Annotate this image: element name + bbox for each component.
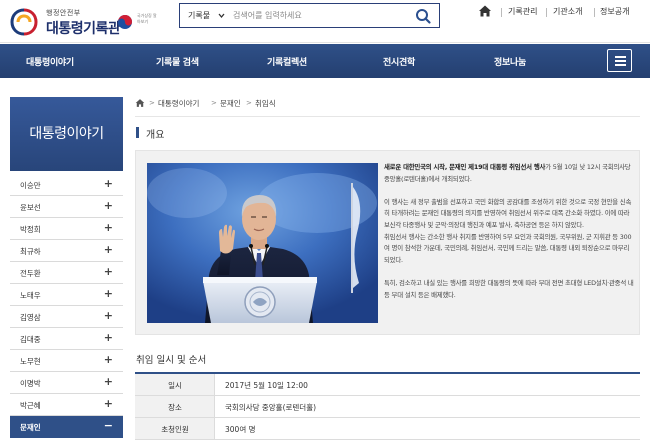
- home-icon[interactable]: [478, 4, 492, 18]
- chevron-right-icon: >: [246, 99, 252, 107]
- sidebar-title: 대통령이야기: [29, 126, 104, 142]
- menu-icon[interactable]: [607, 49, 632, 72]
- section-title-schedule: 취임 일시 및 순서: [136, 355, 207, 366]
- table-header-label: 일시: [168, 381, 182, 390]
- logo-emblem-icon: [10, 8, 38, 36]
- search-icon[interactable]: [410, 6, 436, 26]
- main-navigation: 대통령이야기 기록물 검색 기록컬렉션 전시견학 정보나눔: [0, 44, 650, 78]
- sidebar-item-label: 노태우: [20, 291, 41, 300]
- expand-icon[interactable]: +: [104, 199, 113, 212]
- sidebar-item[interactable]: 김영삼 +: [10, 306, 123, 328]
- gnb-item-exhibition[interactable]: 전시견학: [383, 55, 415, 68]
- sidebar-item[interactable]: 박근혜 +: [10, 394, 123, 416]
- search-bar: 기록물: [179, 3, 440, 28]
- home-icon[interactable]: [135, 98, 145, 108]
- gnb-item-info-sharing[interactable]: 정보나눔: [494, 55, 526, 68]
- gnb-item-record-collection[interactable]: 기록컬렉션: [267, 55, 307, 68]
- overview-paragraph: 특히, 검소하고 내실 있는 행사를 희망한 대통령의 뜻에 따라 무대 전면 …: [384, 278, 634, 299]
- sidebar-item[interactable]: 전두환 +: [10, 262, 123, 284]
- sidebar-item-label: 이명박: [20, 379, 41, 388]
- sidebar-item-label: 이승만: [20, 181, 41, 190]
- overview-box: 새로운 대한민국의 시작, 문재인 제19대 대통령 취임선서 행사가 5월 1…: [135, 150, 640, 335]
- sidebar-item[interactable]: 최규하 +: [10, 240, 123, 262]
- section-marker: [136, 127, 139, 138]
- breadcrumb-item-current: 취임식: [255, 99, 276, 108]
- expand-icon[interactable]: +: [104, 265, 113, 278]
- divider: [135, 116, 640, 117]
- util-link-records[interactable]: 기록관리: [508, 6, 537, 20]
- table-header-cell: 일시: [135, 374, 215, 395]
- expand-icon[interactable]: +: [104, 397, 113, 410]
- table-cell: 2017년 5월 10일 12:00: [225, 381, 308, 390]
- table-row: 장소 국회의사당 중앙홀(로텐더홀): [135, 396, 640, 418]
- sidebar-item[interactable]: 노무현 +: [10, 350, 123, 372]
- chevron-right-icon: >: [211, 99, 217, 107]
- expand-icon[interactable]: +: [104, 243, 113, 256]
- search-category-select[interactable]: 기록물: [188, 10, 210, 21]
- sidebar-item[interactable]: 박정희 +: [10, 218, 123, 240]
- overview-lead-bold: 새로운 대한민국의 시작, 문재인 제19대 대통령 취임선서 행사: [384, 163, 546, 171]
- chevron-right-icon: >: [149, 99, 155, 107]
- table-header-label: 초청인원: [161, 425, 189, 434]
- sidebar-item-label: 김대중: [20, 335, 41, 344]
- collapse-icon[interactable]: −: [104, 419, 113, 432]
- overview-description: 새로운 대한민국의 시작, 문재인 제19대 대통령 취임선서 행사가 5월 1…: [384, 162, 634, 301]
- sidebar-item[interactable]: 문재인 −: [10, 416, 123, 438]
- expand-icon[interactable]: +: [104, 221, 113, 234]
- expand-icon[interactable]: +: [104, 353, 113, 366]
- table-header-cell: 초청인원: [135, 418, 215, 439]
- sidebar-item[interactable]: 이명박 +: [10, 372, 123, 394]
- sidebar-item-label: 전두환: [20, 269, 41, 278]
- util-divider: [594, 8, 595, 17]
- emblem-caption[interactable]: 국가상징 알아보기: [137, 13, 159, 25]
- search-input[interactable]: [233, 7, 409, 24]
- expand-icon[interactable]: +: [104, 287, 113, 300]
- sidebar-item-label: 박정희: [20, 225, 41, 234]
- site-header: 행정안전부 대통령기록관 국가상징 알아보기 기록물 기록관리 기관소개 정보공…: [0, 0, 650, 43]
- inauguration-photo: [147, 163, 378, 323]
- taegeuk-icon: [118, 15, 132, 29]
- site-name: 대통령기록관: [46, 21, 121, 37]
- util-divider: [501, 8, 502, 17]
- table-header-cell: 장소: [135, 396, 215, 417]
- sidebar-item[interactable]: 이승만 +: [10, 174, 123, 196]
- sidebar-item-label: 박근혜: [20, 401, 41, 410]
- sidebar-item[interactable]: 노태우 +: [10, 284, 123, 306]
- table-row: 초청인원 300여 명: [135, 418, 640, 440]
- table-row: 일시 2017년 5월 10일 12:00: [135, 374, 640, 396]
- util-divider: [546, 8, 547, 17]
- sidebar-menu: 이승만 + 윤보선 + 박정희 + 최규하 + 전두환 + 노태우 + 김영삼 + 김대중 + 노무현 + 이명박 +…: [10, 174, 123, 438]
- section-heading: 개요: [146, 130, 165, 141]
- overview-paragraph: 이 행사는 새 정부 출범을 선포하고 국민 화합의 공감대를 조성하기 위한 …: [384, 197, 632, 229]
- breadcrumb-item[interactable]: 문재인: [220, 98, 241, 109]
- gnb-item-record-search[interactable]: 기록물 검색: [156, 55, 199, 68]
- sidebar-title-box: 대통령이야기: [10, 97, 123, 171]
- table-cell: 국회의사당 중앙홀(로텐더홀): [225, 403, 317, 412]
- table-header-label: 장소: [168, 403, 182, 412]
- sidebar-item[interactable]: 윤보선 +: [10, 196, 123, 218]
- chevron-down-icon[interactable]: [218, 12, 225, 19]
- sidebar-item-label: 김영삼: [20, 313, 41, 322]
- sidebar-item-label: 노무현: [20, 357, 41, 366]
- util-link-disclosure[interactable]: 정보공개: [600, 6, 629, 20]
- expand-icon[interactable]: +: [104, 309, 113, 322]
- ministry-label: 행정안전부: [46, 9, 81, 17]
- sidebar-item-label: 최규하: [20, 247, 41, 256]
- util-link-about[interactable]: 기관소개: [553, 6, 582, 20]
- table-cell: 300여 명: [225, 425, 256, 434]
- gnb-item-president-story[interactable]: 대통령이야기: [26, 55, 74, 68]
- site-logo[interactable]: 행정안전부 대통령기록관 국가상징 알아보기: [9, 5, 159, 37]
- sidebar-item-label: 윤보선: [20, 203, 41, 212]
- expand-icon[interactable]: +: [104, 375, 113, 388]
- expand-icon[interactable]: +: [104, 331, 113, 344]
- breadcrumb-item[interactable]: 대통령이야기: [158, 98, 199, 109]
- expand-icon[interactable]: +: [104, 177, 113, 190]
- sidebar-item[interactable]: 김대중 +: [10, 328, 123, 350]
- sidebar-item-label: 문재인: [20, 423, 41, 432]
- overview-paragraph: 취임선서 행사는 간소한 행사 취지를 반영하여 5부 요인과 국회의원, 국무…: [384, 232, 632, 264]
